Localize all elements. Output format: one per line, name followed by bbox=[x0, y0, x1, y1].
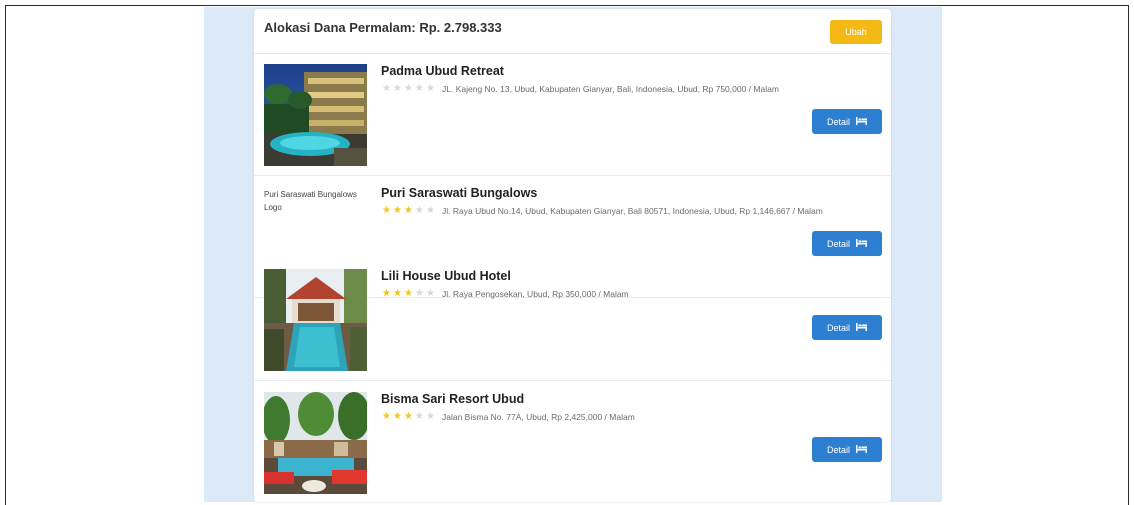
detail-label: Detail bbox=[826, 238, 850, 249]
detail-button[interactable]: Detail bbox=[812, 231, 882, 256]
hotel-meta: ★ ★ ★ ★ ★ Jl. Raya Pengosekan, Ubud, Rp 350,… bbox=[381, 288, 629, 300]
bed-icon bbox=[856, 238, 867, 249]
budget-header: Alokasi Dana Permalam: Rp. 2.798.333 Uba… bbox=[254, 9, 891, 54]
detail-button[interactable]: Detail bbox=[812, 315, 882, 340]
star-icon: ★ bbox=[393, 288, 402, 299]
hotel-meta: ★ ★ ★ ★ ★ Jl. Raya Ubud No.14, Ubud, Kabupat… bbox=[381, 205, 823, 217]
star-icon: ★ bbox=[415, 205, 424, 216]
star-icon: ★ bbox=[415, 83, 424, 94]
star-icon: ★ bbox=[404, 288, 413, 299]
hotel-name[interactable]: Puri Saraswati Bungalows bbox=[381, 186, 537, 200]
detail-label: Detail bbox=[826, 444, 850, 455]
hotel-photo bbox=[264, 64, 367, 166]
star-icon: ★ bbox=[426, 288, 435, 299]
star-icon: ★ bbox=[382, 205, 391, 216]
hotel-name[interactable]: Bisma Sari Resort Ubud bbox=[381, 392, 524, 406]
star-rating: ★ ★ ★ ★ ★ bbox=[381, 411, 436, 423]
hotel-address-price: JL. Kajeng No. 13, Ubud, Kabupaten Giany… bbox=[442, 84, 779, 94]
hotel-photo bbox=[264, 269, 367, 371]
bed-icon bbox=[856, 322, 867, 333]
star-icon: ★ bbox=[393, 411, 402, 422]
hotel-name[interactable]: Padma Ubud Retreat bbox=[381, 64, 504, 78]
detail-label: Detail bbox=[826, 322, 850, 333]
star-rating: ★ ★ ★ ★ ★ bbox=[381, 205, 436, 217]
hotel-list-card: Alokasi Dana Permalam: Rp. 2.798.333 Uba… bbox=[254, 9, 891, 502]
star-icon: ★ bbox=[382, 288, 391, 299]
detail-button[interactable]: Detail bbox=[812, 109, 882, 134]
hotel-address-price: Jalan Bisma No. 77A, Ubud, Rp 2,425,000 … bbox=[442, 412, 635, 422]
star-rating: ★ ★ ★ ★ ★ bbox=[381, 83, 436, 95]
bed-icon bbox=[856, 444, 867, 455]
hotel-meta: ★ ★ ★ ★ ★ Jalan Bisma No. 77A, Ubud, Rp 2,42… bbox=[381, 411, 635, 423]
star-icon: ★ bbox=[426, 83, 435, 94]
hotel-logo-alt: Puri Saraswati Bungalows Logo bbox=[264, 190, 357, 212]
hotel-item: Padma Ubud Retreat ★ ★ ★ ★ ★ JL. Kajeng No. … bbox=[254, 54, 891, 176]
star-icon: ★ bbox=[426, 411, 435, 422]
hotel-photo bbox=[264, 392, 367, 494]
star-icon: ★ bbox=[382, 411, 391, 422]
star-icon: ★ bbox=[404, 205, 413, 216]
hotel-meta: ★ ★ ★ ★ ★ JL. Kajeng No. 13, Ubud, Kabupaten… bbox=[381, 83, 779, 95]
star-icon: ★ bbox=[393, 205, 402, 216]
star-icon: ★ bbox=[404, 83, 413, 94]
star-icon: ★ bbox=[404, 411, 413, 422]
budget-title: Alokasi Dana Permalam: Rp. 2.798.333 bbox=[264, 20, 502, 35]
change-budget-button[interactable]: Ubah bbox=[830, 20, 882, 44]
star-icon: ★ bbox=[415, 288, 424, 299]
divider bbox=[254, 380, 891, 381]
star-icon: ★ bbox=[426, 205, 435, 216]
detail-button[interactable]: Detail bbox=[812, 437, 882, 462]
star-rating: ★ ★ ★ ★ ★ bbox=[381, 288, 436, 300]
hotel-item: Bisma Sari Resort Ubud ★ ★ ★ ★ ★ Jalan Bisma… bbox=[254, 382, 891, 504]
hotel-address-price: Jl. Raya Pengosekan, Ubud, Rp 350,000 / … bbox=[442, 289, 629, 299]
star-icon: ★ bbox=[393, 83, 402, 94]
bed-icon bbox=[856, 116, 867, 127]
hotel-address-price: Jl. Raya Ubud No.14, Ubud, Kabupaten Gia… bbox=[442, 206, 823, 216]
star-icon: ★ bbox=[415, 411, 424, 422]
hotel-item: Lili House Ubud Hotel ★ ★ ★ ★ ★ Jl. Raya Pen… bbox=[254, 259, 891, 381]
star-icon: ★ bbox=[382, 83, 391, 94]
hotel-name[interactable]: Lili House Ubud Hotel bbox=[381, 269, 511, 283]
detail-label: Detail bbox=[826, 116, 850, 127]
